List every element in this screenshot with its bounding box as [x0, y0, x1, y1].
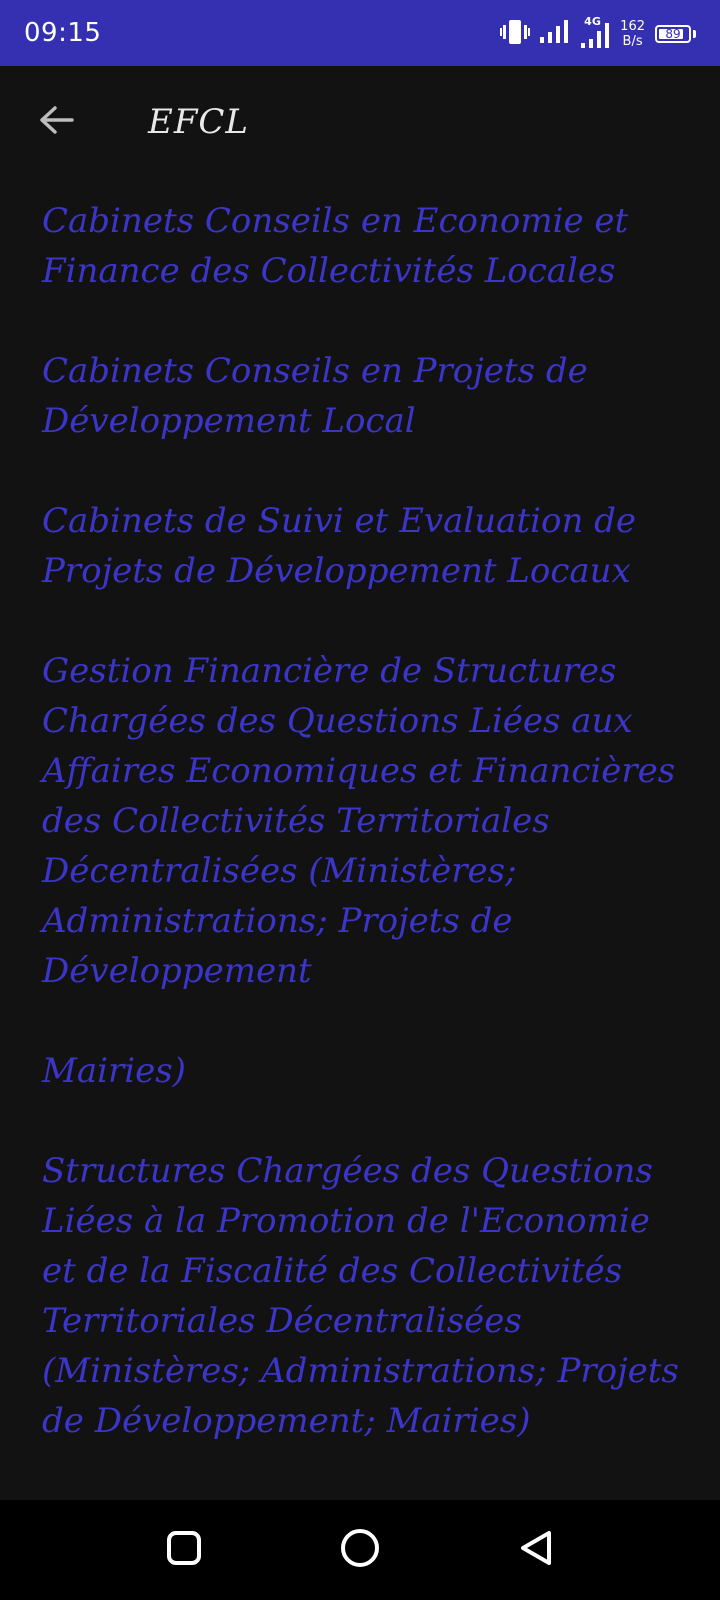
vibrate-icon	[500, 18, 531, 50]
recents-button[interactable]	[162, 1528, 206, 1572]
net-speed: 162 B/s	[620, 19, 645, 49]
list-item[interactable]: Cabinets Conseils en Economie et Finance…	[42, 196, 682, 296]
battery-icon: 89	[655, 25, 691, 43]
net-speed-value: 162	[620, 19, 645, 34]
signal-icon	[540, 19, 570, 49]
page-title: EFCL	[148, 102, 250, 142]
back-nav-button[interactable]	[514, 1528, 558, 1572]
back-button[interactable]	[32, 98, 80, 146]
circle-icon	[340, 1528, 380, 1572]
list-item[interactable]: Gestion Financière de Structures Chargée…	[42, 646, 682, 996]
list-item[interactable]: Structures Chargées des Questions Liées …	[42, 1146, 682, 1446]
square-icon	[166, 1530, 202, 1570]
home-button[interactable]	[338, 1528, 382, 1572]
arrow-back-icon	[38, 105, 74, 139]
list-item[interactable]: Mairies)	[42, 1046, 682, 1096]
system-nav-bar	[0, 1500, 720, 1600]
list-item[interactable]: Cabinets de Suivi et Evaluation de Proje…	[42, 496, 682, 596]
triangle-back-icon	[518, 1529, 554, 1571]
app-bar: EFCL	[0, 66, 720, 184]
status-bar: 09:15 4G 162 B/s 89	[0, 0, 720, 66]
net-speed-unit: B/s	[622, 34, 643, 49]
status-icons: 4G 162 B/s 89	[500, 14, 696, 54]
signal-4g-icon: 4G	[580, 15, 610, 49]
status-time: 09:15	[24, 18, 102, 48]
battery-level: 89	[665, 27, 681, 41]
battery-tip	[693, 30, 696, 38]
list-item[interactable]: Cabinets Conseils en Projets de Développ…	[42, 346, 682, 446]
category-list: Cabinets Conseils en Economie et Finance…	[42, 196, 682, 1496]
